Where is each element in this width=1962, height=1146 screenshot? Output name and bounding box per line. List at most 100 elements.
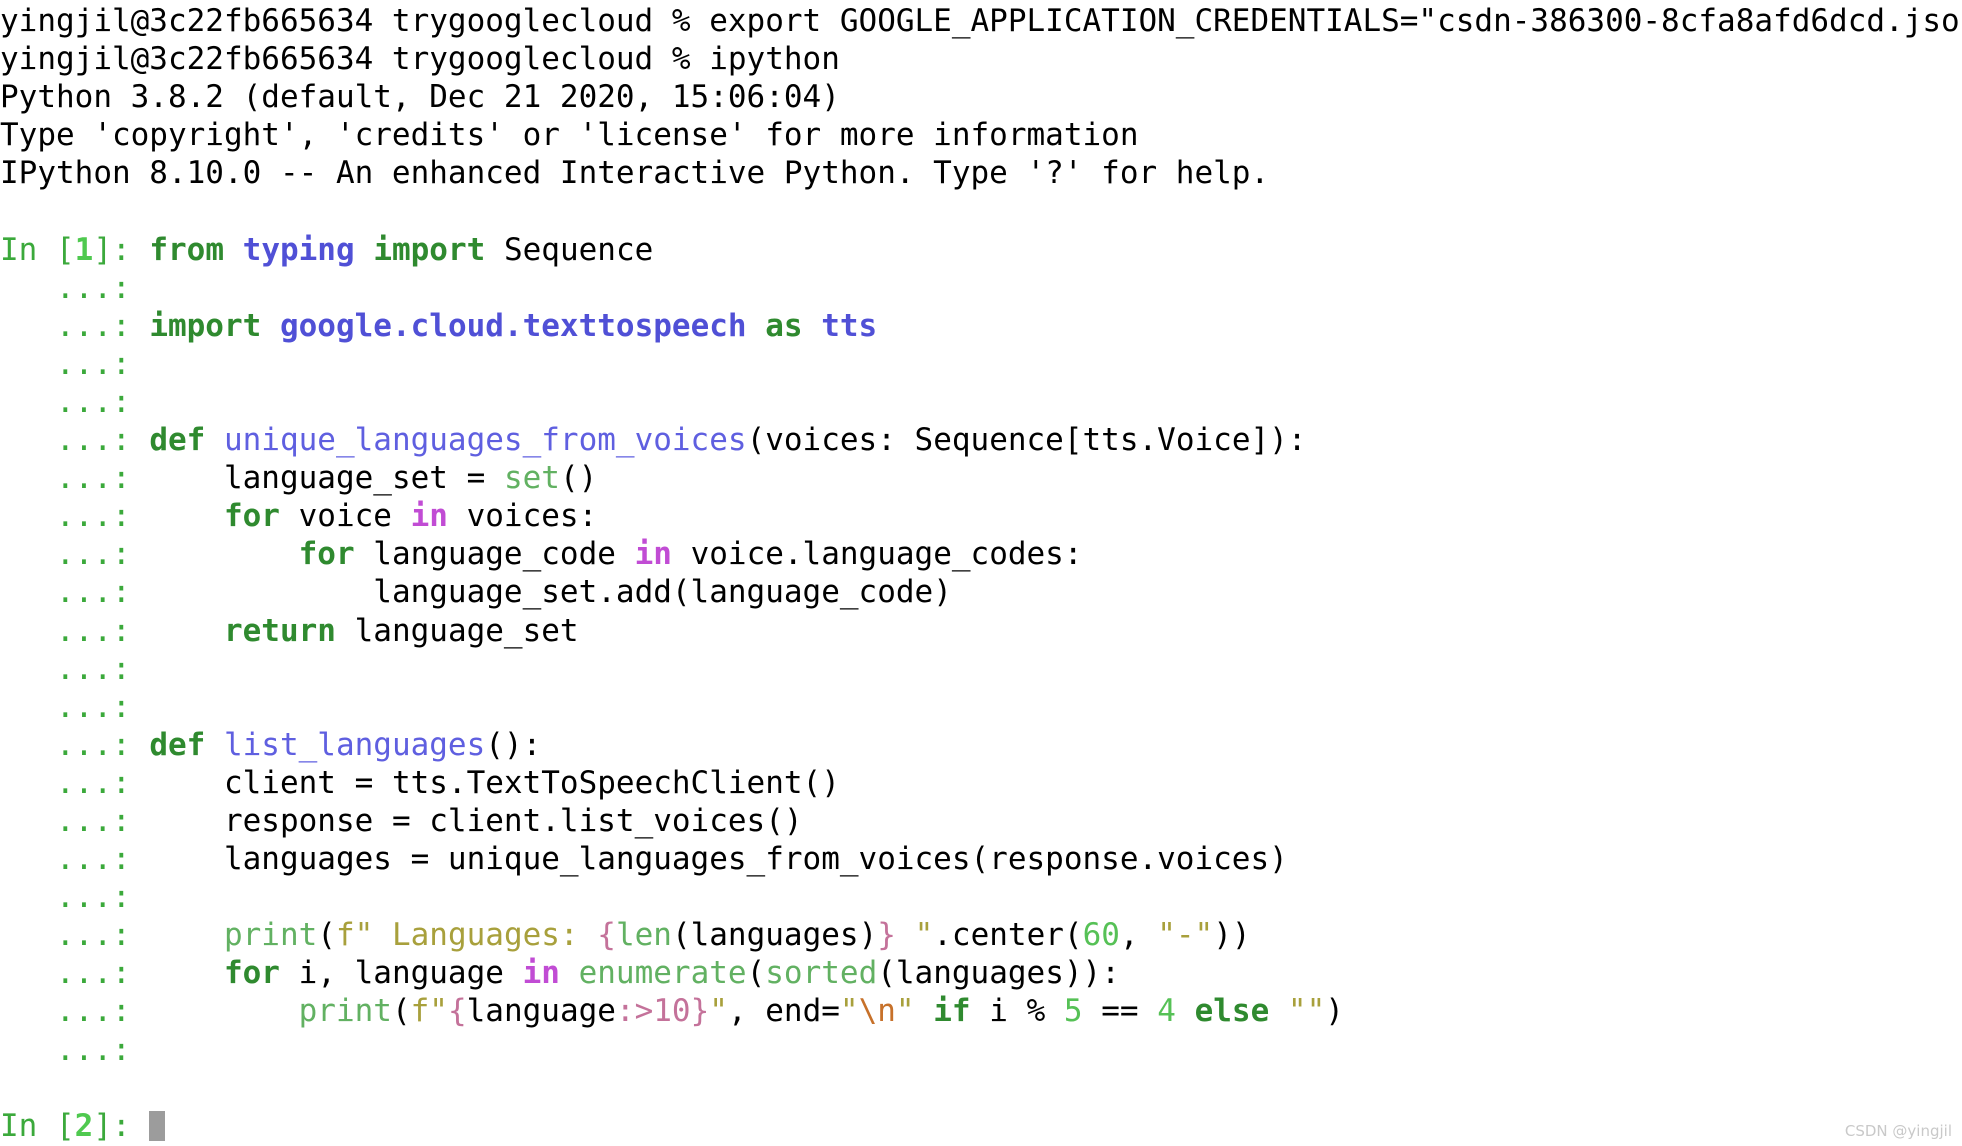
code-token: import [149,307,280,344]
code-token: from [149,231,243,268]
code-line: ...: languages = unique_languages_from_v… [0,840,1962,878]
continuation-prompt: ...: [0,841,150,878]
code-token: , [1119,917,1158,954]
code-token: , end= [727,993,840,1030]
watermark: CSDN @yingjil [1844,1122,1952,1140]
code-line: ...: for voice in voices: [0,497,1962,535]
continuation-prompt: ...: [0,345,150,382]
code-token: as [765,307,822,344]
code-token: i, language [298,955,523,992]
code-token: Sequence [503,231,654,268]
continuation-prompt: ...: [0,993,150,1030]
code-token: set [503,460,560,497]
code-token: " [839,993,859,1030]
code-line: ...: for language_code in voice.language… [0,535,1962,573]
continuation-prompt: ...: [0,688,150,725]
code-token: response = client.list_voices() [223,802,803,839]
continuation-prompt: ...: [0,383,150,420]
code-token: for [298,536,374,573]
continuation-prompt: ...: [0,879,150,916]
code-token: 4 [1157,993,1176,1030]
code-token: :>10 [615,993,691,1030]
code-token: google.cloud.texttospeech [279,307,766,344]
code-token: f" Languages: [335,917,598,954]
code-token: { [447,993,467,1030]
code-line: ...: [0,269,1962,307]
continuation-prompt: ...: [0,612,150,649]
banner-line: Python 3.8.2 (default, Dec 21 2020, 15:0… [0,79,840,116]
shell-line: yingjil@3c22fb665634 trygooglecloud % ex… [0,0,1962,40]
code-token: in [410,498,467,535]
code-token: print [298,993,392,1030]
terminal-window[interactable]: yingjil@3c22fb665634 trygooglecloud % ex… [0,0,1962,1146]
code-line: ...: [0,878,1962,916]
continuation-prompt: ...: [0,536,150,573]
text-cursor[interactable] [149,1110,166,1141]
code-line: ...: response = client.list_voices() [0,802,1962,840]
input-cell-1[interactable]: In [1]: from typing import Sequence ...:… [0,231,1962,1069]
code-token: in [522,955,579,992]
code-token: else [1194,993,1288,1030]
code-token: ( [746,955,766,992]
code-token: 60 [1082,917,1120,954]
code-token: (languages) [671,917,878,954]
code-token: ( [391,993,411,1030]
code-token: () [559,460,598,497]
code-token: (voices: Sequence[tts.Voice]): [746,422,1307,459]
code-token: " [895,993,915,1030]
code-token: .center( [933,917,1083,954]
code-token: language_set = [223,460,504,497]
code-line: ...: [0,383,1962,421]
code-token: sorted [765,955,878,992]
continuation-prompt: ...: [0,269,150,306]
shell-prompt: yingjil@3c22fb665634 trygooglecloud % [0,41,710,78]
code-line: ...: [0,688,1962,726]
code-token: { [597,917,616,954]
code-token: language_code [373,536,635,573]
continuation-prompt: ...: [0,574,150,611]
code-token: ) [1325,993,1344,1030]
code-token: def [149,726,224,763]
code-token: voice.language_codes: [690,536,1083,573]
code-token: language_set.add(language_code) [373,574,952,611]
in-prompt-2: In [2]: [0,1107,150,1144]
code-token: if [933,993,990,1030]
code-line: In [1]: from typing import Sequence [0,231,1962,269]
code-token: i % [989,993,1064,1030]
continuation-prompt: ...: [0,1031,150,1068]
shell-command: export GOOGLE_APPLICATION_CREDENTIALS="c… [709,3,1962,39]
code-token: def [149,422,224,459]
code-token: (languages)): [877,955,1120,992]
code-token: tts [821,307,878,344]
input-cell-2[interactable]: In [2]: [0,1107,1962,1145]
code-line: ...: [0,1031,1962,1069]
shell-prompt: yingjil@3c22fb665634 trygooglecloud % [0,3,710,39]
code-line: ...: [0,345,1962,383]
code-token: len [615,917,672,954]
continuation-prompt: ...: [0,460,150,497]
code-token: )) [1213,917,1251,954]
code-line: ...: def unique_languages_from_voices(vo… [0,421,1962,459]
code-token: client = tts.TextToSpeechClient() [223,764,840,801]
code-line: ...: language_set = set() [0,459,1962,497]
code-token: " [709,993,728,1030]
code-token: language [466,993,616,1030]
code-line: ...: for i, language in enumerate(sorted… [0,954,1962,992]
code-token: } [690,993,710,1030]
code-token: == [1082,993,1158,1030]
continuation-prompt: ...: [0,764,150,801]
code-line: ...: return language_set [0,612,1962,650]
